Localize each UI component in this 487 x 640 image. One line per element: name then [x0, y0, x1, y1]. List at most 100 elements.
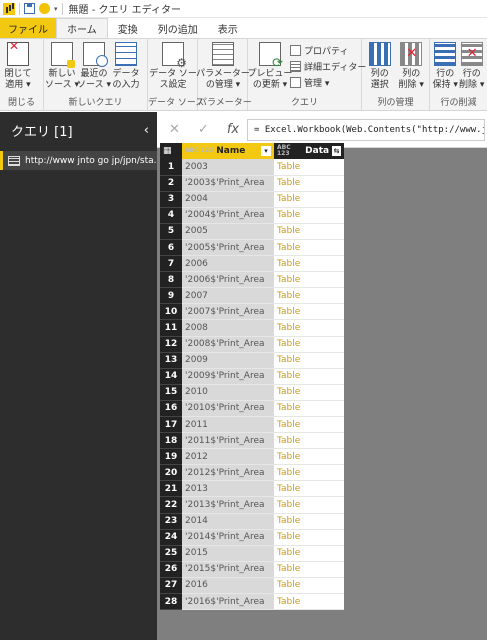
recent-sources-button[interactable]: 最近の ソース ▾	[77, 42, 111, 91]
close-apply-button[interactable]: 閉じて 適用 ▾	[2, 41, 34, 91]
name-cell[interactable]: 2010	[182, 384, 274, 401]
column-header-data[interactable]: ABC 123 Data ⇆	[274, 143, 344, 159]
formula-input[interactable]: = Excel.Workbook(Web.Contents("http://ww…	[247, 118, 485, 141]
tab-transform[interactable]: 変換	[108, 18, 148, 38]
name-cell[interactable]: 2013	[182, 480, 274, 498]
tab-view[interactable]: 表示	[208, 18, 248, 38]
name-cell[interactable]: 2011	[182, 416, 274, 434]
data-table-link[interactable]: Table	[274, 319, 344, 337]
name-cell[interactable]: 2008	[182, 319, 274, 337]
data-source-settings-button[interactable]: データ ソー ス設定	[149, 42, 197, 91]
data-table-link[interactable]: Table	[274, 529, 344, 546]
name-cell[interactable]: '2015$'Print_Area	[182, 561, 274, 578]
name-cell[interactable]: 2005	[182, 223, 274, 240]
data-table-link[interactable]: Table	[274, 513, 344, 530]
table-row[interactable]: 21 2013 Table	[160, 480, 344, 498]
data-table-link[interactable]: Table	[274, 464, 344, 482]
name-cell[interactable]: 2009	[182, 352, 274, 369]
name-cell[interactable]: 2007	[182, 287, 274, 305]
properties-button[interactable]: プロパティ	[290, 44, 366, 57]
data-table-link[interactable]: Table	[274, 561, 344, 578]
name-cell[interactable]: 2016	[182, 577, 274, 595]
table-row[interactable]: 17 2011 Table	[160, 416, 344, 434]
select-all-table-icon[interactable]: ▦	[160, 143, 182, 159]
table-row[interactable]: 23 2014 Table	[160, 513, 344, 530]
name-cell[interactable]: '2016$'Print_Area	[182, 593, 274, 611]
table-row[interactable]: 5 2005 Table	[160, 223, 344, 240]
name-cell[interactable]: '2006$'Print_Area	[182, 271, 274, 289]
data-table-link[interactable]: Table	[274, 448, 344, 466]
data-table-link[interactable]: Table	[274, 368, 344, 385]
table-row[interactable]: 1 2003 Table	[160, 159, 344, 176]
name-cell[interactable]: '2010$'Print_Area	[182, 400, 274, 418]
name-cell[interactable]: '2004$'Print_Area	[182, 207, 274, 224]
table-row[interactable]: 7 2006 Table	[160, 255, 344, 273]
table-row[interactable]: 13 2009 Table	[160, 352, 344, 369]
table-row[interactable]: 14'2009$'Print_Area Table	[160, 368, 344, 385]
type-any-icon[interactable]: ABC 123	[185, 148, 213, 154]
table-row[interactable]: 19 2012 Table	[160, 448, 344, 466]
name-cell[interactable]: '2009$'Print_Area	[182, 368, 274, 385]
name-cell[interactable]: 2012	[182, 448, 274, 466]
name-cell[interactable]: '2008$'Print_Area	[182, 336, 274, 353]
table-row[interactable]: 2'2003$'Print_Area Table	[160, 175, 344, 192]
table-row[interactable]: 15 2010 Table	[160, 384, 344, 401]
data-table-link[interactable]: Table	[274, 577, 344, 595]
manage-parameters-button[interactable]: パラメーター の管理 ▾	[196, 42, 250, 91]
data-table-link[interactable]: Table	[274, 239, 344, 257]
data-table-link[interactable]: Table	[274, 207, 344, 224]
remove-columns-button[interactable]: 列の 削除 ▾	[396, 42, 428, 91]
name-cell[interactable]: 2004	[182, 191, 274, 208]
table-row[interactable]: 20'2012$'Print_Area Table	[160, 464, 344, 482]
data-table-link[interactable]: Table	[274, 432, 344, 450]
customize-toolbar-chevron-icon[interactable]: ▾	[54, 5, 58, 13]
data-table-link[interactable]: Table	[274, 336, 344, 353]
feedback-smile-icon[interactable]	[39, 3, 50, 14]
table-row[interactable]: 8'2006$'Print_Area Table	[160, 271, 344, 289]
data-table-link[interactable]: Table	[274, 496, 344, 514]
collapse-pane-chevron-icon[interactable]: ‹	[144, 123, 149, 138]
filter-dropdown-icon[interactable]: ▾	[261, 146, 271, 156]
data-table-link[interactable]: Table	[274, 303, 344, 321]
keep-rows-button[interactable]: 行の 保持 ▾	[432, 42, 459, 91]
name-cell[interactable]: '2014$'Print_Area	[182, 529, 274, 546]
data-table-link[interactable]: Table	[274, 400, 344, 418]
data-table-link[interactable]: Table	[274, 416, 344, 434]
tab-home[interactable]: ホーム	[56, 18, 108, 38]
save-icon[interactable]	[24, 3, 35, 14]
table-row[interactable]: 25 2015 Table	[160, 545, 344, 562]
choose-columns-button[interactable]: 列の 選択	[364, 42, 396, 91]
tab-add-column[interactable]: 列の追加	[148, 18, 208, 38]
advanced-editor-button[interactable]: 詳細エディター	[290, 60, 366, 73]
confirm-formula-icon[interactable]: ✓	[198, 122, 209, 137]
remove-rows-button[interactable]: 行の 削除 ▾	[459, 42, 486, 91]
name-cell[interactable]: '2013$'Print_Area	[182, 496, 274, 514]
refresh-preview-button[interactable]: プレビュー の更新 ▾	[248, 42, 293, 91]
data-table-link[interactable]: Table	[274, 255, 344, 273]
name-cell[interactable]: '2003$'Print_Area	[182, 175, 274, 192]
data-table-link[interactable]: Table	[274, 480, 344, 498]
expand-column-icon[interactable]: ⇆	[332, 146, 341, 156]
data-table-link[interactable]: Table	[274, 352, 344, 369]
table-row[interactable]: 22'2013$'Print_Area Table	[160, 496, 344, 514]
table-row[interactable]: 24'2014$'Print_Area Table	[160, 529, 344, 546]
table-row[interactable]: 4'2004$'Print_Area Table	[160, 207, 344, 224]
table-row[interactable]: 26'2015$'Print_Area Table	[160, 561, 344, 578]
data-table-link[interactable]: Table	[274, 545, 344, 562]
data-table-link[interactable]: Table	[274, 191, 344, 208]
column-header-name[interactable]: ABC 123 Name ▾	[182, 143, 274, 159]
data-table-link[interactable]: Table	[274, 593, 344, 611]
data-table-link[interactable]: Table	[274, 175, 344, 192]
table-row[interactable]: 16'2010$'Print_Area Table	[160, 400, 344, 418]
table-row[interactable]: 11 2008 Table	[160, 319, 344, 337]
name-cell[interactable]: 2006	[182, 255, 274, 273]
table-row[interactable]: 9 2007 Table	[160, 287, 344, 305]
manage-query-button[interactable]: 管理 ▾	[290, 76, 366, 89]
insert-function-icon[interactable]: fx	[227, 122, 239, 137]
new-source-button[interactable]: 新しい ソース ▾	[45, 42, 79, 91]
table-row[interactable]: 3 2004 Table	[160, 191, 344, 208]
table-row[interactable]: 6'2005$'Print_Area Table	[160, 239, 344, 257]
table-row[interactable]: 12'2008$'Print_Area Table	[160, 336, 344, 353]
data-table-link[interactable]: Table	[274, 287, 344, 305]
name-cell[interactable]: '2012$'Print_Area	[182, 464, 274, 482]
